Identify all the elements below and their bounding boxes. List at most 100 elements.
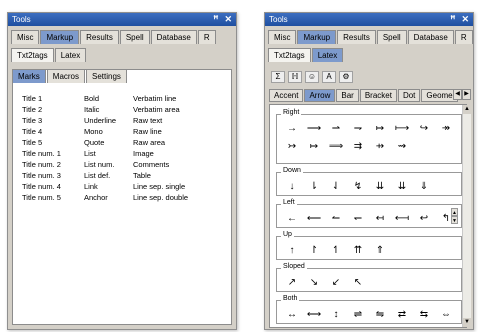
symbol[interactable]: ⇈ [347,242,369,260]
symbol[interactable]: ↯ [347,178,369,196]
pin-icon[interactable]: ꟸ [450,14,455,25]
symbol[interactable]: ↑ [281,242,303,260]
symbol[interactable]: ⇆ [413,306,435,324]
symbol[interactable]: ↖ [347,274,369,292]
tab-macros[interactable]: Macros [46,69,86,83]
tab-markup[interactable]: Markup [297,30,337,44]
symbol[interactable]: ⟹ [325,138,347,156]
pin-icon[interactable]: ꟸ [213,14,218,25]
tab-marks[interactable]: Marks [12,69,46,83]
symbol[interactable]: ↠ [435,120,457,138]
symbol[interactable]: ↪ [413,120,435,138]
symbol[interactable]: ↿ [325,242,347,260]
symbol[interactable]: ⇊ [391,178,413,196]
symbol[interactable]: ⟶ [303,120,325,138]
symbol[interactable]: ⟼ [391,120,413,138]
tab-r[interactable]: R [454,30,473,44]
mark-item[interactable]: Title num. 5 [22,192,84,203]
symbol[interactable]: ↣ [281,138,303,156]
font-icon[interactable]: A [322,71,336,83]
symbol[interactable]: ↗ [281,274,303,292]
mark-item[interactable]: Verbatim area [133,104,213,115]
symbol[interactable]: ⇝ [391,138,413,156]
mark-item[interactable]: Raw line [133,126,213,137]
mark-item[interactable]: Italic [84,104,133,115]
symbol[interactable]: ↦ [369,120,391,138]
symbol[interactable]: ← [281,210,303,228]
mark-item[interactable]: Title 2 [22,104,84,115]
symbol[interactable]: ⇄ [391,306,413,324]
tab-latex[interactable]: Latex [54,48,87,62]
mark-item[interactable]: Mono [84,126,133,137]
mark-item[interactable]: Title num. 2 [22,159,84,170]
mark-item[interactable]: Table [133,170,213,181]
mark-item[interactable]: Underline [84,115,133,126]
mark-item[interactable]: Raw area [133,137,213,148]
close-icon[interactable]: ✕ [224,14,232,25]
tab-results[interactable]: Results [80,30,119,44]
symbol[interactable]: ⇂ [303,178,325,196]
symbol[interactable]: ⇃ [325,178,347,196]
spin-up-icon[interactable]: ▲ [451,208,458,216]
sigma-icon[interactable]: Σ [271,71,285,83]
tab-latex[interactable]: Latex [311,48,344,62]
scroll-left-icon[interactable]: ◀ [453,89,462,100]
mark-item[interactable]: Raw text [133,115,213,126]
symbol[interactable]: ⟷ [303,306,325,324]
tab-markup[interactable]: Markup [40,30,80,44]
mark-item[interactable]: Title num. 4 [22,181,84,192]
symbol[interactable]: ↾ [303,242,325,260]
tab-settings[interactable]: Settings [86,69,127,83]
symbol[interactable]: ⟻ [391,210,413,228]
symbol[interactable]: ↼ [325,210,347,228]
mark-item[interactable]: Anchor [84,192,133,203]
mark-item[interactable]: Title 1 [22,93,84,104]
symbol[interactable]: ⇊ [369,178,391,196]
scroll-right-icon[interactable]: ▶ [462,89,471,100]
tab-r[interactable]: R [197,30,216,44]
tab-bar[interactable]: Bar [336,89,359,102]
tab-results[interactable]: Results [337,30,376,44]
symbol[interactable]: ⇉ [347,138,369,156]
symbol[interactable]: ↩ [413,210,435,228]
symbol[interactable]: ⇌ [347,306,369,324]
symbol[interactable]: ⇑ [369,242,391,260]
tab-arrow[interactable]: Arrow [304,89,336,102]
mark-item[interactable]: List [84,148,133,159]
tab-dot[interactable]: Dot [397,89,421,102]
mark-item[interactable]: Comments [133,159,213,170]
tab-misc[interactable]: Misc [11,30,40,44]
tab-txt2tags[interactable]: Txt2tags [11,48,54,62]
symbol[interactable]: ↙ [325,274,347,292]
scroll-down-icon[interactable]: ▼ [463,318,471,327]
mark-item[interactable]: Verbatim line [133,93,213,104]
tab-txt2tags[interactable]: Txt2tags [268,48,311,62]
symbol[interactable]: ⟵ [303,210,325,228]
symbol[interactable]: ⇀ [325,120,347,138]
symbol[interactable]: ⇔ [435,306,457,324]
symbol[interactable]: ↕ [325,306,347,324]
symbol[interactable]: ↔ [281,306,303,324]
symbol[interactable]: → [281,120,303,138]
mark-item[interactable]: Quote [84,137,133,148]
symbol[interactable]: ⇋ [369,306,391,324]
header-icon[interactable]: ℍ [288,71,302,83]
tab-accent[interactable]: Accent [269,89,304,102]
tab-misc[interactable]: Misc [268,30,297,44]
symbol[interactable]: ⇸ [369,138,391,156]
symbol[interactable]: ↘ [303,274,325,292]
mark-item[interactable]: Bold [84,93,133,104]
symbol[interactable]: ↦ [303,138,325,156]
symbol[interactable]: ↓ [281,178,303,196]
mark-item[interactable]: Link [84,181,133,192]
tab-bracket[interactable]: Bracket [359,89,397,102]
mark-item[interactable]: Title num. 1 [22,148,84,159]
symbol[interactable]: ⇁ [347,120,369,138]
close-icon[interactable]: ✕ [461,14,469,25]
symbol[interactable]: ↤ [369,210,391,228]
symbol[interactable]: ↽ [347,210,369,228]
mark-item[interactable]: List num. [84,159,133,170]
mark-item[interactable]: Image [133,148,213,159]
mark-item[interactable]: Title num. 3 [22,170,84,181]
tab-spell[interactable]: Spell [376,30,407,44]
